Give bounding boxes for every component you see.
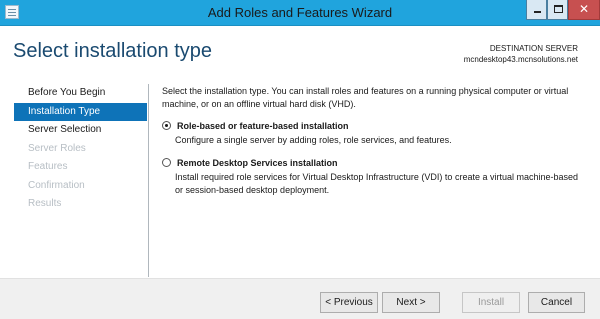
option-role-based-label[interactable]: Role-based or feature-based installation — [177, 120, 349, 133]
close-icon: ✕ — [578, 2, 590, 16]
window-title: Add Roles and Features Wizard — [207, 5, 393, 20]
wizard-steps-nav: Before You Begin Installation Type Serve… — [14, 84, 147, 214]
nav-item-results: Results — [28, 198, 62, 209]
radio-role-based[interactable] — [162, 121, 171, 130]
minimize-button[interactable] — [526, 0, 547, 20]
title-bar: Add Roles and Features Wizard ✕ — [0, 0, 600, 26]
next-button[interactable]: Next > — [382, 292, 440, 313]
page-description: Select the installation type. You can in… — [162, 86, 569, 109]
main-content: Select the installation type. You can in… — [162, 85, 592, 195]
maximize-button[interactable] — [547, 0, 568, 20]
nav-item-server-roles: Server Roles — [28, 142, 86, 154]
option-remote-desktop-description: Install required role services for Virtu… — [175, 172, 579, 195]
page-title: Select installation type — [13, 40, 213, 62]
destination-server-label: DESTINATION SERVER — [489, 44, 578, 53]
option-remote-desktop-label[interactable]: Remote Desktop Services installation — [177, 157, 338, 170]
nav-item-before-you-begin[interactable]: Before You Begin — [14, 84, 147, 103]
nav-item-features: Features — [28, 161, 68, 172]
nav-item-installation-type[interactable]: Installation Type — [14, 102, 147, 121]
maximize-icon — [554, 5, 563, 13]
nav-item-confirmation: Confirmation — [28, 179, 85, 191]
nav-divider — [148, 84, 149, 277]
nav-item-server-selection[interactable]: Server Selection — [14, 121, 147, 140]
cancel-button[interactable]: Cancel — [528, 292, 585, 313]
previous-button[interactable]: < Previous — [320, 292, 378, 313]
minimize-icon — [534, 11, 541, 13]
close-button[interactable]: ✕ — [568, 0, 600, 20]
option-role-based-description: Configure a single server by adding role… — [175, 135, 452, 145]
radio-remote-desktop[interactable] — [162, 158, 171, 167]
install-button: Install — [462, 292, 520, 313]
destination-server-name: mcndesktop43.mcnsolutions.net — [463, 55, 578, 64]
